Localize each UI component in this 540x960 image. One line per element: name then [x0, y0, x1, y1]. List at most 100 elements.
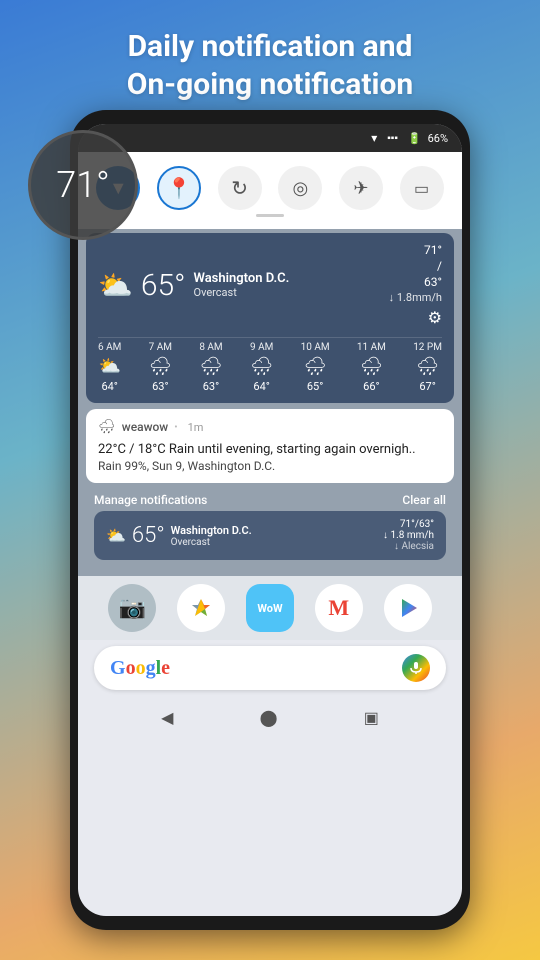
weather-right: 71° / 63° ↓ 1.8mm/h ⚙	[389, 243, 442, 327]
hour-1-icon: 🌧	[149, 356, 172, 377]
page-header: Daily notification and On-going notifica…	[0, 0, 540, 121]
wow-app[interactable]: WoW	[246, 584, 294, 632]
hour-0-temp: 64°	[101, 380, 117, 393]
phone-frame: ▾ ▪▪▪ 🔋 66% ▼ 📍 ↻ ◎ ✈	[70, 110, 470, 930]
header-line1: Daily notification and	[128, 29, 413, 64]
hour-4-temp: 65°	[307, 380, 323, 393]
hourly-item-2: 8 AM 🌧 63°	[199, 342, 222, 393]
status-bar: ▾ ▪▪▪ 🔋 66%	[78, 124, 462, 152]
hour-2-time: 8 AM	[199, 342, 222, 353]
mini-weather-right: 71°/63° ↓ 1.8 mm/h ↓ Alecsia	[383, 519, 434, 552]
wow-icon: WoW	[257, 602, 282, 615]
hour-5-icon: 🌧	[360, 356, 383, 377]
mini-weather-rain: ↓ 1.8 mm/h	[383, 530, 434, 541]
bubble-temperature: 71°	[56, 164, 110, 206]
hourly-item-5: 11 AM 🌧 66°	[357, 342, 386, 393]
wifi-icon: ▾	[371, 131, 377, 145]
settings-gear[interactable]: ⚙	[428, 308, 442, 327]
overcast-icon: ⛅	[98, 269, 133, 302]
hour-3-temp: 64°	[253, 380, 269, 393]
google-search-bar[interactable]: Google	[94, 646, 446, 690]
app-name: weawow	[122, 420, 168, 434]
qs-scroll-indicator	[256, 214, 284, 217]
notification-time: 1m	[188, 421, 204, 434]
qs-sync[interactable]: ↻	[218, 166, 262, 210]
weather-widget: ⛅ 65° Washington D.C. Overcast 71° / 63°…	[86, 233, 454, 403]
notification-body-line1: 22°C / 18°C Rain until evening, starting…	[98, 441, 442, 459]
hourly-item-4: 10 AM 🌧 65°	[301, 342, 330, 393]
weawow-notification[interactable]: 🌧 weawow • 1m 22°C / 18°C Rain until eve…	[86, 409, 454, 483]
weather-high: 71°	[424, 243, 442, 257]
hourly-forecast-row: 6 AM ⛅ 64° 7 AM 🌧 63° 8 AM 🌧 63°	[98, 337, 442, 393]
hour-5-temp: 66°	[363, 380, 379, 393]
hour-1-time: 7 AM	[149, 342, 172, 353]
hourly-item-1: 7 AM 🌧 63°	[149, 342, 172, 393]
weather-temp: 65°	[141, 268, 186, 303]
weather-rain-rate: ↓ 1.8mm/h	[389, 291, 442, 304]
weather-location: Washington D.C.	[194, 271, 290, 286]
home-button[interactable]: ⬤	[260, 708, 278, 727]
qs-airplane[interactable]: ✈	[339, 166, 383, 210]
mini-weather-info: Washington D.C. Overcast	[171, 524, 252, 548]
manage-notifications-bar: Manage notifications Clear all	[86, 489, 454, 511]
temperature-bubble: 71°	[28, 130, 138, 240]
photos-icon	[188, 595, 214, 621]
mini-weather-location: Washington D.C.	[171, 524, 252, 537]
notification-body-line2: Rain 99%, Sun 9, Washington D.C.	[98, 459, 442, 473]
hour-6-time: 12 PM	[413, 342, 442, 353]
notification-header: 🌧 weawow • 1m	[98, 419, 442, 435]
hourly-item-0: 6 AM ⛅ 64°	[98, 342, 121, 393]
quick-settings-row: ▼ 📍 ↻ ◎ ✈ ▭	[88, 160, 452, 214]
hour-0-icon: ⛅	[98, 356, 120, 377]
gmail-icon: M	[328, 595, 349, 621]
manage-notifications-label[interactable]: Manage notifications	[94, 493, 207, 507]
app-dock: 📷 WoW M	[78, 576, 462, 640]
hour-4-icon: 🌧	[304, 356, 327, 377]
weather-condition: Overcast	[194, 286, 290, 299]
google-g-logo: Google	[110, 657, 170, 680]
qs-location-pin[interactable]: 📍	[157, 166, 201, 210]
photos-app[interactable]	[177, 584, 225, 632]
hour-2-temp: 63°	[203, 380, 219, 393]
hour-5-time: 11 AM	[357, 342, 386, 353]
recents-button[interactable]: ▣	[364, 708, 379, 727]
weather-location-block: Washington D.C. Overcast	[194, 271, 290, 299]
battery-percent: 66%	[428, 132, 448, 145]
location-pin-icon: 📍	[167, 176, 192, 200]
mini-cloud-icon: ⛅	[106, 526, 126, 545]
airplane-icon: ✈	[353, 178, 368, 199]
hour-6-temp: 67°	[419, 380, 435, 393]
camera-app[interactable]: 📷	[108, 584, 156, 632]
mini-weather-left: ⛅ 65° Washington D.C. Overcast	[106, 523, 252, 548]
hour-3-icon: 🌧	[250, 356, 273, 377]
qs-hotspot[interactable]: ◎	[278, 166, 322, 210]
navigation-bar: ◀ ⬤ ▣	[78, 698, 462, 733]
hour-6-icon: 🌧	[416, 356, 439, 377]
hourly-item-6: 12 PM 🌧 67°	[413, 342, 442, 393]
gmail-app[interactable]: M	[315, 584, 363, 632]
hour-3-time: 9 AM	[250, 342, 273, 353]
clear-all-button[interactable]: Clear all	[402, 493, 446, 507]
mini-weather-condition: Overcast	[171, 537, 252, 548]
play-app[interactable]	[384, 584, 432, 632]
signal-icon: ▪▪▪	[387, 133, 398, 144]
sync-icon: ↻	[231, 176, 248, 200]
weather-separator: /	[437, 259, 442, 273]
mini-weather-temp: 65°	[132, 523, 165, 548]
mini-weather-highlow: 71°/63°	[383, 519, 434, 530]
mini-weather-sub: ↓ Alecsia	[383, 541, 434, 552]
cast-icon: ▭	[414, 179, 429, 198]
hour-2-icon: 🌧	[200, 356, 223, 377]
header-line2: On-going notification	[127, 67, 413, 102]
weather-low: 63°	[424, 275, 442, 289]
battery-icon: 🔋	[408, 132, 422, 145]
hour-1-temp: 63°	[152, 380, 168, 393]
notification-shade: ⛅ 65° Washington D.C. Overcast 71° / 63°…	[78, 229, 462, 576]
hour-4-time: 10 AM	[301, 342, 330, 353]
back-button[interactable]: ◀	[161, 708, 173, 727]
qs-cast[interactable]: ▭	[400, 166, 444, 210]
google-mic-button[interactable]	[402, 654, 430, 682]
hotspot-icon: ◎	[292, 178, 308, 199]
weawow-icon: 🌧	[98, 419, 116, 435]
camera-icon: 📷	[119, 596, 146, 621]
